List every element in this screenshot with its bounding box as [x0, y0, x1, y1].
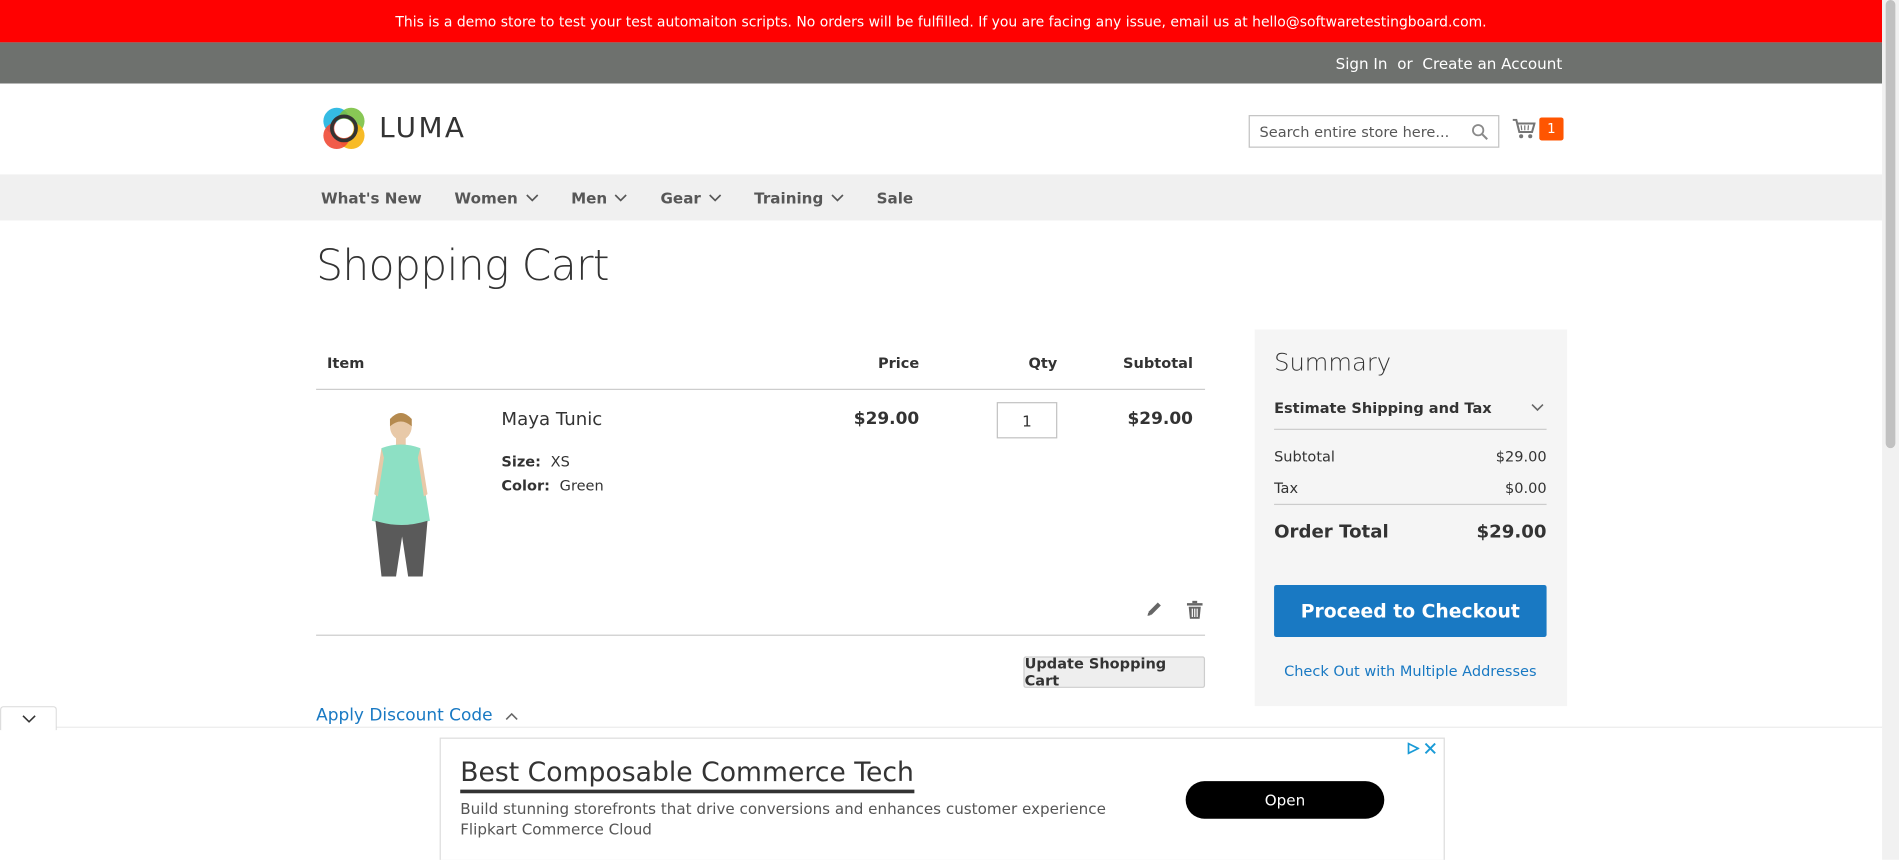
search-box — [1248, 115, 1500, 148]
column-header-subtotal: Subtotal — [1123, 354, 1193, 372]
subtotal-row: Subtotal $29.00 — [1274, 448, 1546, 465]
cart-summary: Summary Estimate Shipping and Tax Subtot… — [1254, 329, 1568, 707]
chevron-down-icon — [708, 193, 721, 202]
size-label: Size: — [501, 452, 541, 470]
order-total-row: Order Total $29.00 — [1274, 521, 1546, 543]
header-top-bar: Sign In or Create an Account — [0, 42, 1883, 84]
chevron-up-icon — [505, 712, 518, 720]
subtotal-value: $29.00 — [1495, 448, 1547, 466]
update-cart-button[interactable]: Update Shopping Cart — [1023, 655, 1206, 689]
ad-icons — [1407, 742, 1436, 755]
cart-count-badge: 1 — [1539, 117, 1564, 141]
product-option-color: Color: Green — [501, 477, 603, 494]
color-label: Color: — [501, 477, 550, 495]
sign-in-link[interactable]: Sign In — [1336, 54, 1388, 72]
demo-notice-bar: This is a demo store to test your test a… — [0, 0, 1883, 43]
tax-row: Tax $0.00 — [1274, 480, 1546, 497]
ad-collapse-button[interactable] — [0, 706, 57, 731]
nav-item-sale[interactable]: Sale — [877, 188, 914, 206]
nav-item-label: What's New — [320, 188, 422, 207]
search-icon[interactable] — [1471, 124, 1488, 141]
estimate-shipping-toggle[interactable]: Estimate Shipping and Tax — [1274, 400, 1546, 417]
logo[interactable]: LUMA — [321, 105, 466, 151]
ad-description: Build stunning storefronts that drive co… — [460, 799, 1106, 818]
apply-discount-toggle[interactable]: Apply Discount Code — [316, 706, 518, 725]
scrollbar[interactable] — [1882, 0, 1899, 860]
color-value: Green — [559, 477, 604, 495]
tax-label: Tax — [1274, 479, 1299, 497]
nav-item-training[interactable]: Training — [754, 188, 844, 206]
proceed-to-checkout-button[interactable]: Proceed to Checkout — [1274, 584, 1547, 638]
chevron-down-icon — [831, 193, 844, 202]
chevron-down-icon — [21, 715, 36, 723]
column-header-qty: Qty — [1028, 354, 1058, 372]
close-icon[interactable] — [1424, 742, 1436, 754]
scrollbar-thumb[interactable] — [1885, 0, 1896, 449]
order-total-value: $29.00 — [1476, 520, 1547, 543]
nav-item-label: Sale — [876, 188, 914, 207]
cart-icon — [1512, 118, 1536, 139]
nav-item-label: Women — [454, 188, 518, 207]
nav-item-gear[interactable]: Gear — [661, 188, 722, 206]
nav-item-men[interactable]: Men — [571, 188, 628, 206]
nav-item-whats-new[interactable]: What's New — [321, 188, 422, 206]
nav-item-label: Men — [571, 188, 608, 207]
qty-input[interactable] — [996, 402, 1058, 439]
header-links: Sign In or Create an Account — [1336, 42, 1563, 83]
main-navigation: What's New Women Men Gear Training Sale — [0, 174, 1883, 221]
estimate-shipping-label: Estimate Shipping and Tax — [1274, 399, 1492, 417]
luma-logo-icon — [323, 107, 365, 149]
or-separator: or — [1397, 53, 1413, 73]
divider — [1274, 428, 1547, 430]
ad-title[interactable]: Best Composable Commerce Tech — [460, 758, 914, 794]
header-main: LUMA 1 — [0, 83, 1883, 175]
product-name-link[interactable]: Maya Tunic — [501, 408, 602, 430]
minicart[interactable]: 1 — [1512, 117, 1564, 141]
search-input[interactable] — [1249, 122, 1468, 140]
column-header-price: Price — [877, 354, 920, 372]
divider — [316, 634, 1206, 636]
item-price: $29.00 — [853, 409, 920, 429]
product-option-size: Size: XS — [501, 453, 569, 470]
nav-item-label: Training — [754, 188, 824, 207]
ad-banner[interactable]: Best Composable Commerce Tech Build stun… — [439, 737, 1445, 860]
multi-address-checkout-link[interactable]: Check Out with Multiple Addresses — [1274, 662, 1546, 679]
edit-icon[interactable] — [1146, 601, 1163, 618]
order-total-label: Order Total — [1274, 520, 1389, 543]
summary-title: Summary — [1274, 347, 1392, 377]
ad-banner-area: Best Composable Commerce Tech Build stun… — [0, 706, 1883, 860]
column-header-item: Item — [326, 354, 365, 372]
nav-item-women[interactable]: Women — [454, 188, 538, 206]
divider — [316, 388, 1206, 390]
chevron-down-icon — [1531, 403, 1544, 412]
ad-brand: Flipkart Commerce Cloud — [460, 819, 652, 839]
discount-label: Apply Discount Code — [316, 706, 493, 726]
item-subtotal: $29.00 — [1127, 409, 1193, 429]
trash-icon[interactable] — [1186, 600, 1203, 619]
nav-item-label: Gear — [660, 188, 701, 207]
create-account-link[interactable]: Create an Account — [1422, 54, 1562, 72]
subtotal-label: Subtotal — [1274, 448, 1335, 466]
ad-open-button[interactable]: Open — [1185, 781, 1385, 819]
page: This is a demo store to test your test a… — [0, 0, 1899, 860]
product-image[interactable] — [360, 409, 442, 579]
logo-text: LUMA — [379, 112, 467, 145]
chevron-down-icon — [525, 193, 538, 202]
chevron-down-icon — [615, 193, 628, 202]
divider — [1274, 503, 1547, 506]
page-title: Shopping Cart — [316, 242, 609, 291]
tax-value: $0.00 — [1504, 479, 1547, 497]
ad-choices-icon[interactable] — [1407, 742, 1420, 755]
demo-notice-text: This is a demo store to test your test a… — [395, 12, 1487, 30]
size-value: XS — [550, 452, 570, 470]
